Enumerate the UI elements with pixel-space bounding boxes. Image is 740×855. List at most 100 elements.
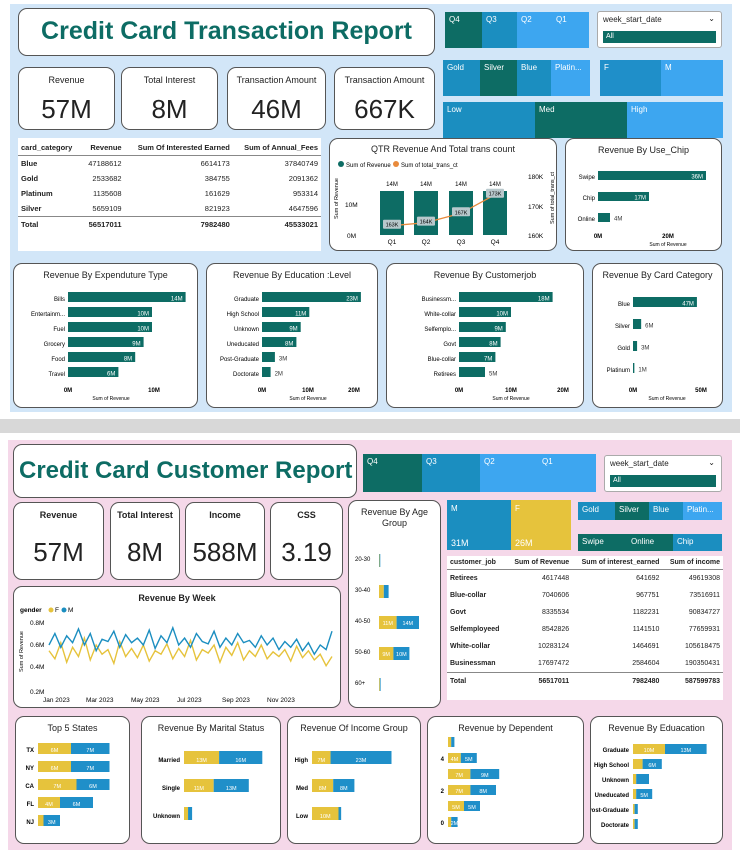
axis-tick: 0M	[594, 234, 602, 240]
slicer-swipe[interactable]: Swipe	[578, 534, 627, 551]
bar-f[interactable]	[633, 804, 635, 814]
bar[interactable]	[598, 213, 610, 222]
col-header[interactable]: Sum of interest_earned	[572, 556, 663, 570]
treemap-f[interactable]: F 26M	[511, 500, 571, 550]
bar[interactable]	[262, 352, 275, 362]
slicer-q3[interactable]: Q3	[422, 454, 480, 492]
week-start-date-dropdown[interactable]: week_start_date ⌄ All	[597, 11, 722, 48]
card-type-slicer-2[interactable]: Gold Silver Blue Platin...	[578, 502, 722, 520]
bar[interactable]	[633, 341, 638, 351]
bar-f[interactable]	[38, 815, 44, 826]
bar-f[interactable]	[633, 759, 643, 769]
category-label: NJ	[26, 820, 34, 826]
col-header[interactable]: Sum of income	[662, 556, 723, 570]
data-label: 3M	[641, 346, 649, 352]
bar-m[interactable]	[338, 807, 342, 820]
treemap-m[interactable]: M 31M	[447, 500, 511, 550]
data-label: 4M	[451, 757, 459, 763]
cell: 6614173	[200, 159, 230, 168]
gender-treemap[interactable]: M 31M F 26M	[447, 500, 571, 550]
bar-m[interactable]	[383, 585, 389, 598]
category-label: Bills	[54, 297, 65, 303]
slicer-blue[interactable]: Blue	[517, 60, 551, 96]
bar[interactable]	[459, 367, 485, 377]
kpi-label: Total Interest	[117, 510, 173, 520]
bar-f[interactable]	[448, 737, 452, 747]
slicer-silver[interactable]: Silver	[615, 502, 649, 520]
slicer-med[interactable]: Med	[535, 102, 627, 138]
slicer-platinum[interactable]: Platin...	[683, 502, 722, 520]
slicer-silver[interactable]: Silver	[480, 60, 517, 96]
bar-m[interactable]	[636, 774, 649, 784]
col-header[interactable]: Sum of Annual_Fees	[232, 140, 321, 156]
slicer-high[interactable]: High	[627, 102, 723, 138]
bar-f[interactable]	[379, 678, 380, 691]
col-header[interactable]: card_category	[18, 140, 82, 156]
col-header[interactable]: customer_job	[447, 556, 507, 570]
bar-m[interactable]	[188, 807, 193, 820]
tick-label: 0.6M	[30, 642, 44, 649]
week-start-date-dropdown-2[interactable]: week_start_date ⌄ All	[604, 455, 722, 492]
bar[interactable]	[633, 319, 642, 329]
chevron-down-icon[interactable]: ⌄	[708, 458, 715, 467]
education-chart-2: Revenue By Eduacation Graduate 10M 13M High…	[590, 716, 723, 844]
bar[interactable]	[633, 363, 635, 373]
dropdown-value[interactable]: All	[603, 31, 716, 43]
bar-f[interactable]	[633, 819, 635, 829]
revenue-by-week-chart: Revenue By Week gender F M Sum of Revenu…	[13, 586, 341, 708]
slicer-q4[interactable]: Q4	[445, 12, 482, 48]
bar-f[interactable]	[633, 774, 637, 784]
data-label: 18M	[538, 297, 550, 303]
slicer-gold[interactable]: Gold	[578, 502, 615, 520]
slicer-q1[interactable]: Q1	[538, 454, 596, 492]
chevron-down-icon[interactable]: ⌄	[708, 14, 715, 23]
bar-m[interactable]	[451, 737, 455, 747]
quarter-slicer-2[interactable]: Q4 Q3 Q2 Q1	[363, 454, 596, 492]
bar-f[interactable]	[633, 789, 637, 799]
gender-slicer[interactable]: F M	[600, 60, 723, 96]
bar[interactable]	[414, 191, 438, 235]
bar-m[interactable]	[634, 804, 638, 814]
category-label: 0	[441, 821, 445, 827]
kpi-income: Income 588M	[185, 502, 265, 580]
bar[interactable]	[262, 367, 271, 377]
bar-m[interactable]	[379, 554, 381, 567]
slicer-gold[interactable]: Gold	[443, 60, 480, 96]
chip-slicer[interactable]: Swipe Online Chip	[578, 534, 722, 551]
bar[interactable]	[68, 292, 186, 302]
slicer-q1[interactable]: Q1	[552, 12, 589, 48]
slicer-low[interactable]: Low	[443, 102, 535, 138]
y-axis-title: Sum of Revenue	[19, 631, 25, 672]
slicer-q2[interactable]: Q2	[480, 454, 538, 492]
axis-tick: Q3	[457, 239, 466, 246]
bar[interactable]	[598, 171, 706, 180]
quarter-slicer[interactable]: Q4 Q3 Q2 Q1	[445, 12, 591, 48]
slicer-online[interactable]: Online	[627, 534, 673, 551]
level-slicer[interactable]: Low Med High	[443, 102, 723, 138]
data-label: 8M	[319, 786, 327, 792]
qtr-chart-svg: Sum of Revenue Sum of total_trans_ct Sum…	[334, 161, 556, 246]
slicer-q3[interactable]: Q3	[482, 12, 517, 48]
slicer-q4[interactable]: Q4	[363, 454, 422, 492]
slicer-chip[interactable]: Chip	[673, 534, 722, 551]
kpi-total-interest-2: Total Interest 8M	[110, 502, 180, 580]
dropdown-value[interactable]: All	[610, 475, 716, 487]
data-label: 5M	[452, 805, 460, 811]
bar-m[interactable]	[634, 819, 638, 829]
bar-m[interactable]	[379, 678, 381, 691]
col-header[interactable]: Sum Of Interested Earned	[124, 140, 233, 156]
axis-tick: 0M	[629, 388, 637, 394]
col-header[interactable]: Revenue	[81, 140, 125, 156]
slicer-platinum[interactable]: Platin...	[551, 60, 590, 96]
slicer-f[interactable]: F	[600, 60, 661, 96]
bar-f[interactable]	[184, 807, 189, 820]
card-type-slicer[interactable]: Gold Silver Blue Platin...	[443, 60, 590, 96]
bar-f[interactable]	[379, 585, 384, 598]
slicer-m[interactable]: M	[661, 60, 723, 96]
dependent-svg: 4 4M 5M 7M 9M 2 7M 8M 5M 5M 0 2M	[441, 737, 500, 827]
tick-label: 0.2M	[30, 689, 44, 696]
slicer-q2[interactable]: Q2	[517, 12, 552, 48]
y2-axis-title: Sum of total_trans_ct	[550, 172, 556, 224]
slicer-blue[interactable]: Blue	[649, 502, 683, 520]
col-header[interactable]: Sum of Revenue	[506, 556, 573, 570]
